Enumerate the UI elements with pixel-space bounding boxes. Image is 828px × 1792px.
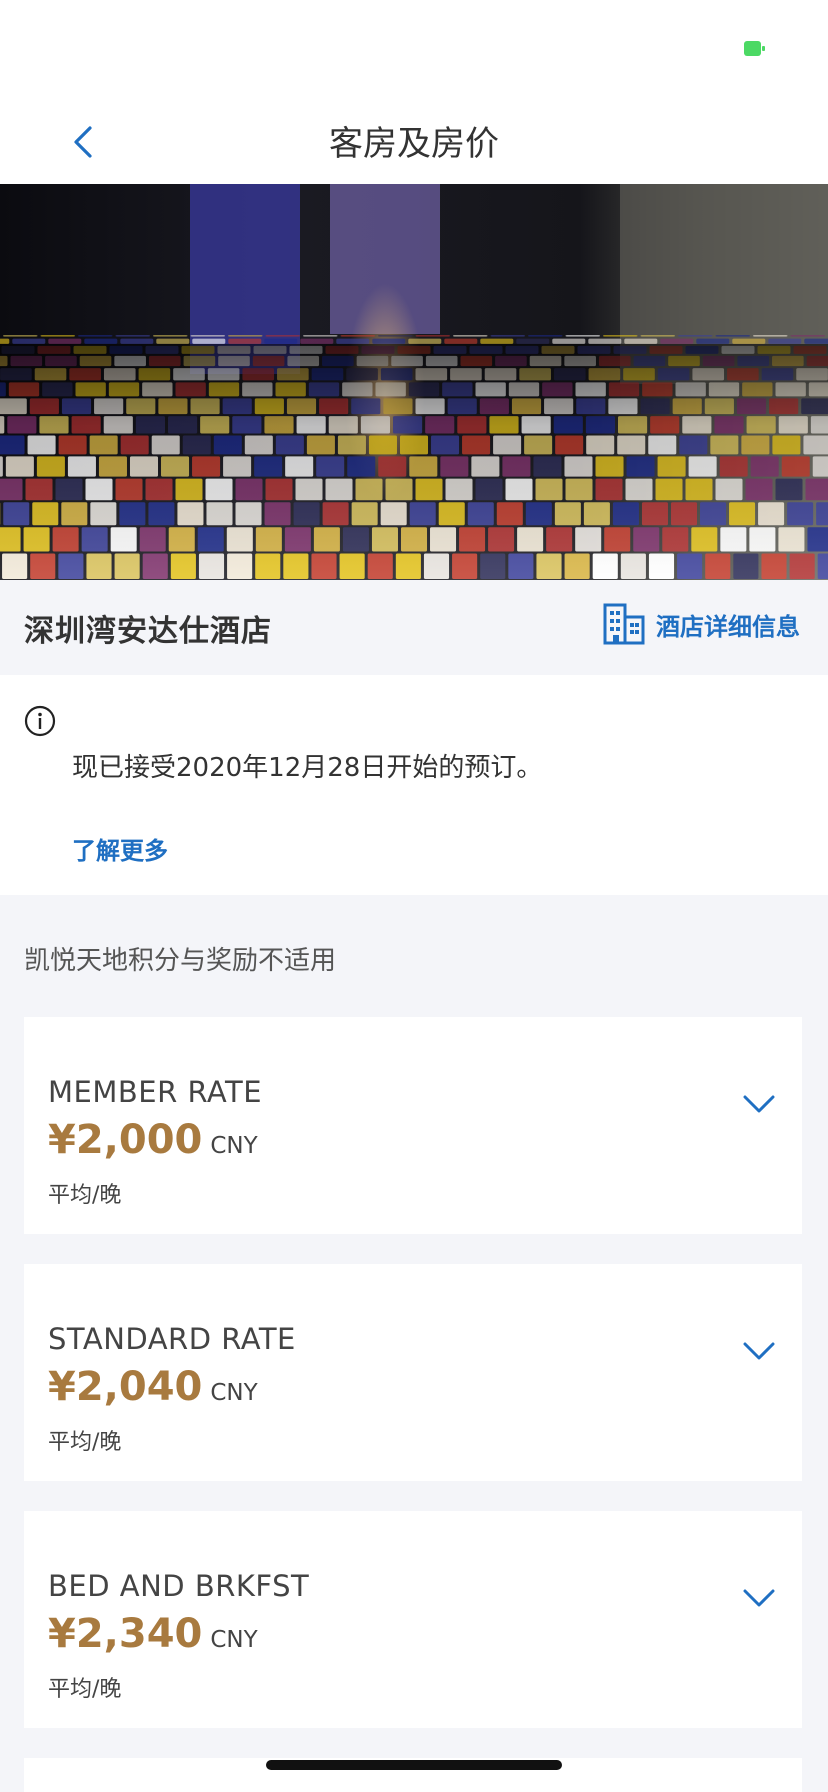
hotel-hero-image (0, 184, 828, 580)
battery-icon (744, 41, 765, 56)
page-title: 客房及房价 (329, 124, 499, 164)
rate-price-line: ¥2,040 CNY (48, 1364, 258, 1410)
rate-currency: CNY (210, 1133, 258, 1159)
rate-unit: 平均/晚 (48, 1430, 122, 1455)
hotel-name: 深圳湾安达仕酒店 (24, 614, 272, 649)
points-note: 凯悦天地积分与奖励不适用 (24, 946, 337, 976)
chevron-down-icon[interactable] (742, 1587, 776, 1609)
hotel-header: 深圳湾安达仕酒店 酒店详细信息 (0, 580, 828, 675)
rate-name: STANDARD RATE (48, 1322, 296, 1356)
rate-card-standard[interactable]: STANDARD RATE ¥2,040 CNY 平均/晚 (24, 1264, 802, 1481)
rate-card-member[interactable]: MEMBER RATE ¥2,000 CNY 平均/晚 (24, 1017, 802, 1234)
status-bar (0, 0, 828, 96)
rate-currency: CNY (210, 1627, 258, 1653)
rate-price: ¥2,040 (48, 1364, 203, 1410)
building-icon (603, 603, 645, 645)
booking-notice: 现已接受2020年12月28日开始的预订。 了解更多 (0, 675, 828, 895)
learn-more-link[interactable]: 了解更多 (72, 831, 168, 866)
chevron-down-icon[interactable] (742, 1093, 776, 1115)
rate-price: ¥2,340 (48, 1611, 203, 1657)
rate-name: MEMBER RATE (48, 1075, 263, 1109)
notice-text: 现已接受2020年12月28日开始的预订。 (72, 753, 543, 783)
rate-name: BED AND BRKFST (48, 1569, 310, 1603)
navigation-bar: 客房及房价 (0, 96, 828, 184)
rate-currency: CNY (210, 1380, 258, 1406)
hotel-details-link[interactable]: 酒店详细信息 (602, 598, 800, 650)
rate-price: ¥2,000 (48, 1117, 203, 1163)
home-indicator (266, 1760, 562, 1770)
rate-card-bed-breakfast[interactable]: BED AND BRKFST ¥2,340 CNY 平均/晚 (24, 1511, 802, 1728)
info-circle-icon (24, 705, 56, 737)
rate-unit: 平均/晚 (48, 1677, 122, 1702)
chevron-down-icon[interactable] (742, 1340, 776, 1362)
rate-price-line: ¥2,340 CNY (48, 1611, 258, 1657)
hotel-details-label: 酒店详细信息 (656, 612, 800, 641)
rate-price-line: ¥2,000 CNY (48, 1117, 258, 1163)
rate-unit: 平均/晚 (48, 1183, 122, 1208)
